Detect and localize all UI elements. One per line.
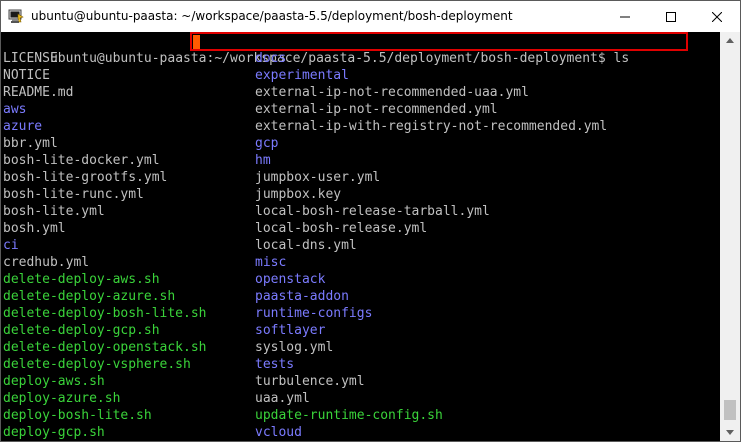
ls-entry-right: syslog.yml [255, 340, 334, 355]
prompt-line: ubuntu@ubuntu-paasta:~/workspace/paasta-… [3, 33, 629, 66]
ls-entry-left: bosh.yml [3, 221, 66, 236]
ls-entry-left: aws [3, 102, 27, 117]
scroll-down-button[interactable] [720, 424, 740, 441]
title-bar[interactable]: ubuntu@ubuntu-paasta: ~/workspace/paasta… [1, 1, 740, 32]
terminal-output[interactable]: ubuntu@ubuntu-paasta:~/workspace/paasta-… [1, 32, 720, 441]
text-cursor [193, 35, 200, 49]
ls-entry-right: external-ip-with-registry-not-recommende… [255, 119, 608, 134]
ls-entry-left: azure [3, 119, 43, 134]
ls-entry-right: openstack [255, 272, 326, 287]
minimize-icon [620, 16, 630, 17]
ls-entry-right: local-bosh-release.yml [255, 221, 428, 236]
ls-entry-right: turbulence.yml [255, 374, 365, 389]
ls-entry-right: update-runtime-config.sh [255, 408, 443, 423]
ls-entry-left: delete-deploy-vsphere.sh [3, 357, 191, 372]
ls-entry-right: misc [255, 255, 287, 270]
maximize-button[interactable] [648, 1, 694, 32]
prompt-user: ubuntu@ubuntu-paasta: [49, 51, 215, 66]
close-icon [712, 11, 722, 22]
ls-entry-right: hm [255, 153, 271, 168]
ls-entry-left: ci [3, 238, 19, 253]
ls-entry-left: bosh-lite-runc.yml [3, 187, 144, 202]
ls-entry-left: README.md [3, 85, 74, 100]
ls-entry-right: external-ip-not-recommended-uaa.yml [255, 85, 529, 100]
ls-entry-left: bosh-lite-docker.yml [3, 153, 160, 168]
ls-entry-right: runtime-configs [255, 306, 373, 321]
close-button[interactable] [694, 1, 740, 32]
terminal-window: ubuntu@ubuntu-paasta: ~/workspace/paasta… [0, 0, 741, 442]
minimize-button[interactable] [602, 1, 648, 32]
scroll-down-icon [726, 430, 734, 435]
ls-entry-left: NOTICE [3, 68, 50, 83]
ls-entry-left: LICENSE [3, 51, 58, 66]
ls-entry-right: external-ip-not-recommended.yml [255, 102, 498, 117]
ls-entry-left: deploy-aws.sh [3, 374, 105, 389]
ls-entry-right: tests [255, 357, 295, 372]
ls-entry-right: local-dns.yml [255, 238, 357, 253]
ls-entry-left: delete-deploy-gcp.sh [3, 323, 160, 338]
ls-entry-left: delete-deploy-openstack.sh [3, 340, 207, 355]
ls-entry-right: softlayer [255, 323, 326, 338]
ls-entry-left: delete-deploy-azure.sh [3, 289, 176, 304]
scrollbar-thumb[interactable] [724, 400, 736, 420]
scroll-up-button[interactable] [720, 32, 740, 49]
ls-entry-right: jumpbox-user.yml [255, 170, 381, 185]
ls-entry-right: vcloud [255, 425, 302, 440]
putty-app-icon[interactable] [8, 8, 24, 24]
ls-entry-left: deploy-azure.sh [3, 391, 121, 406]
vertical-scrollbar[interactable] [720, 32, 740, 441]
maximize-icon [666, 11, 676, 22]
ls-entry-left: deploy-bosh-lite.sh [3, 408, 152, 423]
ls-entry-left: bosh-lite-grootfs.yml [3, 170, 168, 185]
ls-entry-right: jumpbox.key [255, 187, 342, 202]
ls-entry-left: delete-deploy-bosh-lite.sh [3, 306, 207, 321]
scroll-up-icon [726, 38, 734, 43]
ls-entry-left: bbr.yml [3, 136, 58, 151]
ls-entry-right: gcp [255, 136, 279, 151]
ls-entry-left: bosh-lite.yml [3, 204, 105, 219]
ls-entry-right: docs [255, 51, 287, 66]
ls-entry-left: deploy-gcp.sh [3, 425, 105, 440]
window-title: ubuntu@ubuntu-paasta: ~/workspace/paasta… [31, 9, 513, 23]
ls-entry-right: paasta-addon [255, 289, 349, 304]
ls-entry-right: local-bosh-release-tarball.yml [255, 204, 490, 219]
ls-entry-right: uaa.yml [255, 391, 310, 406]
ls-entry-right: experimental [255, 68, 349, 83]
ls-entry-left: credhub.yml [3, 255, 90, 270]
ls-entry-left: delete-deploy-aws.sh [3, 272, 160, 287]
